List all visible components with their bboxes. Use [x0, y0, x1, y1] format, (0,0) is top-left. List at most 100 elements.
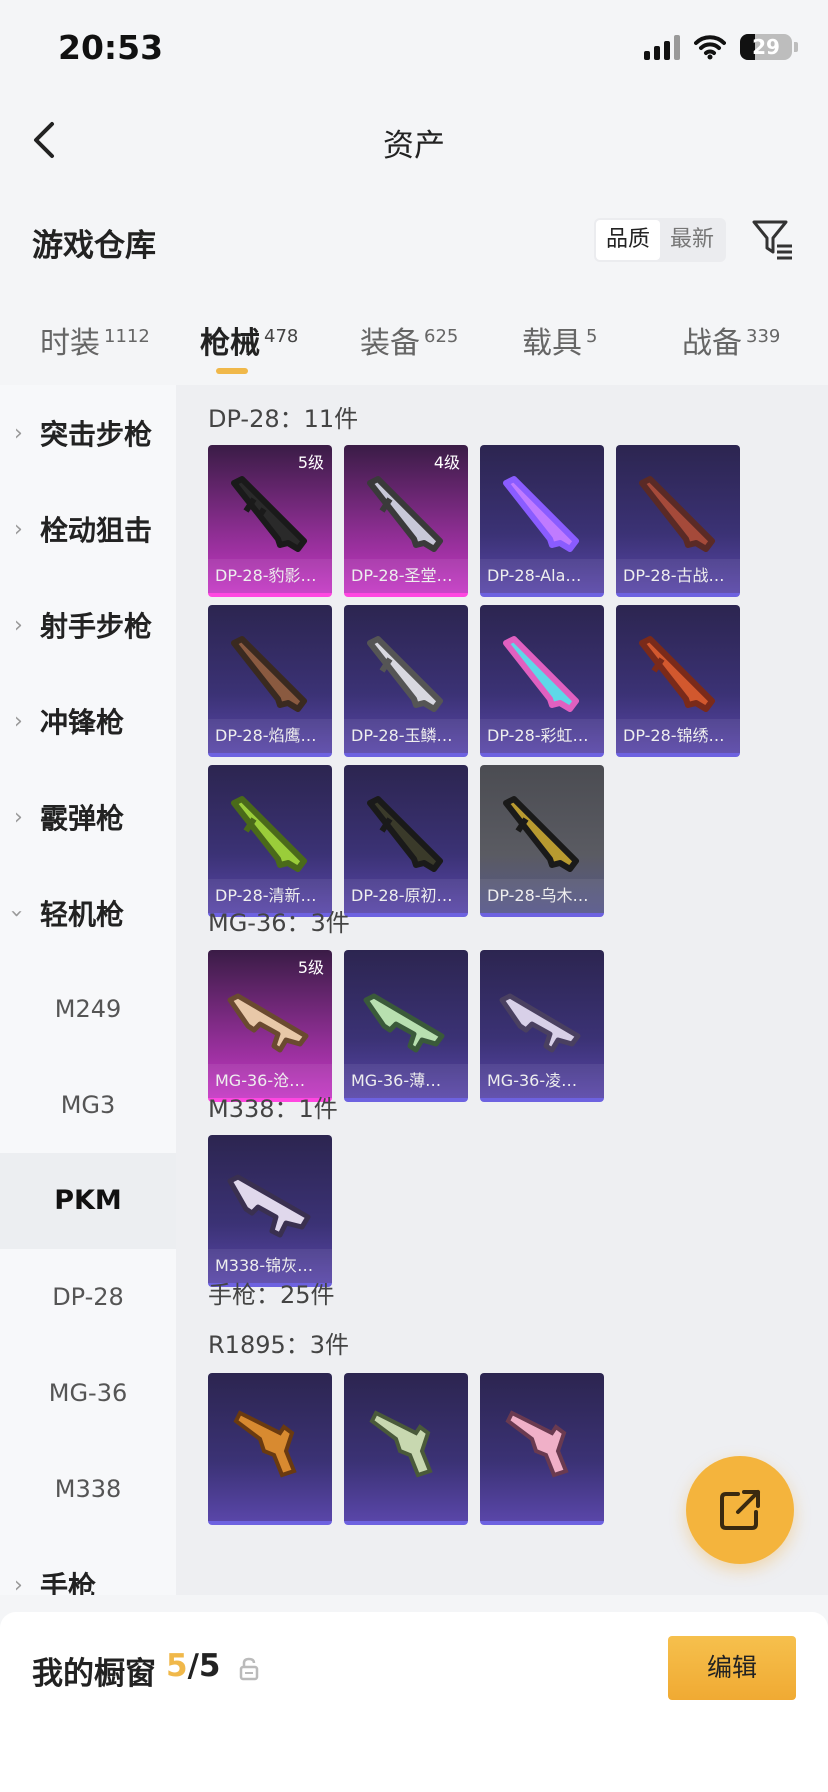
showcase-bar: 我的橱窗 5/5 编辑: [0, 1612, 828, 1792]
filter-icon[interactable]: [750, 216, 794, 260]
rifle-icon: [639, 636, 715, 712]
edit-button[interactable]: 编辑: [668, 1636, 796, 1700]
sidebar-item-shotgun[interactable]: › 霰弹枪: [0, 769, 176, 865]
weapon-card[interactable]: DP-28-乌木…: [480, 765, 604, 917]
weapon-name: DP-28-原初…: [344, 879, 468, 913]
weapon-card[interactable]: 5级 DP-28-豹影…: [208, 445, 332, 597]
weapon-card[interactable]: DP-28-清新…: [208, 765, 332, 917]
weapon-name: MG-36-凌…: [480, 1064, 604, 1098]
sidebar-sub-mg36[interactable]: MG-36: [0, 1345, 176, 1441]
showcase-count: 5/5: [166, 1648, 221, 1684]
weapon-name: DP-28-锦绣…: [616, 719, 740, 753]
weapon-name: DP-28-古战…: [616, 559, 740, 593]
tab-fashion[interactable]: 时装 1112: [40, 318, 150, 362]
weapon-name: MG-36-薄…: [344, 1064, 468, 1098]
sidebar-item-assault-rifle[interactable]: › 突击步枪: [0, 385, 176, 481]
weapon-name: DP-28-乌木…: [480, 879, 604, 913]
rifle-icon: [503, 796, 579, 872]
rifle-icon: [363, 993, 445, 1053]
weapon-card[interactable]: DP-28-玉鳞…: [344, 605, 468, 757]
chevron-right-icon: ›: [14, 517, 23, 542]
weapon-card[interactable]: [480, 1373, 604, 1525]
sidebar-sub-m338[interactable]: M338: [0, 1441, 176, 1537]
weapon-category-sidebar: › 突击步枪 › 栓动狙击 › 射手步枪 › 冲锋枪 › 霰弹枪 › 轻机枪 M249 MG…: [0, 385, 176, 1595]
weapon-card[interactable]: 4级 DP-28-圣堂…: [344, 445, 468, 597]
rifle-icon: [367, 636, 443, 712]
revolver-icon: [369, 1410, 433, 1478]
weapon-name: DP-28-豹影…: [208, 559, 332, 593]
weapon-name: DP-28-焰鹰…: [208, 719, 332, 753]
rifle-icon: [503, 636, 579, 712]
showcase-label: 我的橱窗: [32, 1656, 156, 1692]
weapon-card[interactable]: 5级 MG-36-沧…: [208, 950, 332, 1102]
weapon-card[interactable]: DP-28-Ala…: [480, 445, 604, 597]
tab-equipment[interactable]: 装备 625: [360, 318, 458, 362]
section-title-mg36: MG-36：3件: [208, 909, 350, 937]
weapon-name: DP-28-圣堂…: [344, 559, 468, 593]
weapon-grid: DP-28：11件 5级 DP-28-豹影… 4级 DP-28-圣堂… DP-2…: [176, 385, 828, 1595]
status-bar: 20:53 29: [0, 0, 828, 100]
share-icon: [720, 1490, 760, 1530]
sidebar-sub-mg3[interactable]: MG3: [0, 1057, 176, 1153]
page-title: 资产: [383, 128, 445, 164]
weapon-card[interactable]: [208, 1373, 332, 1525]
revolver-icon: [505, 1410, 569, 1478]
sort-toggle: 品质 最新: [594, 218, 727, 262]
category-tabs: 时装 1112 枪械 478 装备 625 载具 5 战备 339: [0, 310, 828, 380]
rifle-icon: [367, 476, 443, 552]
weapon-name: DP-28-彩虹…: [480, 719, 604, 753]
chevron-down-icon: ›: [3, 909, 29, 918]
sidebar-item-bolt-sniper[interactable]: › 栓动狙击: [0, 481, 176, 577]
sidebar-item-pistol[interactable]: › 手枪: [0, 1537, 176, 1595]
tab-active-indicator: [216, 368, 248, 374]
battery-icon: 29: [740, 34, 798, 60]
chevron-right-icon: ›: [14, 1573, 23, 1595]
warehouse-title: 游戏仓库: [32, 228, 156, 264]
weapon-card[interactable]: DP-28-彩虹…: [480, 605, 604, 757]
wifi-icon: [694, 35, 726, 60]
sort-newest-button[interactable]: 最新: [660, 220, 724, 260]
status-time: 20:53: [58, 28, 164, 67]
lock-icon: [239, 1657, 259, 1681]
rifle-icon: [367, 796, 443, 872]
tab-supplies[interactable]: 战备 339: [682, 318, 780, 362]
rifle-icon: [639, 476, 715, 552]
tab-firearms[interactable]: 枪械 478: [200, 318, 298, 362]
sidebar-item-lmg[interactable]: › 轻机枪: [0, 865, 176, 961]
sidebar-item-smg[interactable]: › 冲锋枪: [0, 673, 176, 769]
weapon-card[interactable]: DP-28-原初…: [344, 765, 468, 917]
section-title-r1895: R1895：3件: [208, 1331, 350, 1359]
weapon-card[interactable]: [344, 1373, 468, 1525]
weapon-card[interactable]: M338-锦灰…: [208, 1135, 332, 1287]
rifle-icon: [227, 993, 309, 1053]
rifle-icon: [231, 476, 307, 552]
weapon-card[interactable]: DP-28-古战…: [616, 445, 740, 597]
weapon-card[interactable]: MG-36-薄…: [344, 950, 468, 1102]
section-title-pistol: 手枪：25件: [208, 1281, 335, 1309]
weapon-name: DP-28-玉鳞…: [344, 719, 468, 753]
weapon-card[interactable]: DP-28-锦绣…: [616, 605, 740, 757]
weapon-card[interactable]: DP-28-焰鹰…: [208, 605, 332, 757]
status-icons: 29: [644, 34, 798, 60]
chevron-right-icon: ›: [14, 613, 23, 638]
sort-quality-button[interactable]: 品质: [596, 220, 661, 260]
sidebar-sub-m249[interactable]: M249: [0, 961, 176, 1057]
sidebar-item-marksman-rifle[interactable]: › 射手步枪: [0, 577, 176, 673]
rifle-icon: [499, 993, 581, 1053]
sidebar-sub-pkm[interactable]: PKM: [0, 1153, 176, 1249]
chevron-right-icon: ›: [14, 421, 23, 446]
sidebar-sub-dp28[interactable]: DP-28: [0, 1249, 176, 1345]
cellular-signal-icon: [644, 34, 680, 60]
share-button[interactable]: [686, 1456, 794, 1564]
rifle-icon: [231, 796, 307, 872]
tab-vehicles[interactable]: 载具 5: [522, 318, 597, 362]
rifle-icon: [231, 636, 307, 712]
rifle-icon: [503, 476, 579, 552]
weapon-card[interactable]: MG-36-凌…: [480, 950, 604, 1102]
nav-header: 资产: [0, 100, 828, 180]
section-title-dp28: DP-28：11件: [208, 405, 359, 433]
weapon-name: DP-28-Ala…: [480, 559, 604, 593]
battery-level: 29: [752, 35, 780, 59]
revolver-icon: [233, 1410, 297, 1478]
chevron-right-icon: ›: [14, 805, 23, 830]
